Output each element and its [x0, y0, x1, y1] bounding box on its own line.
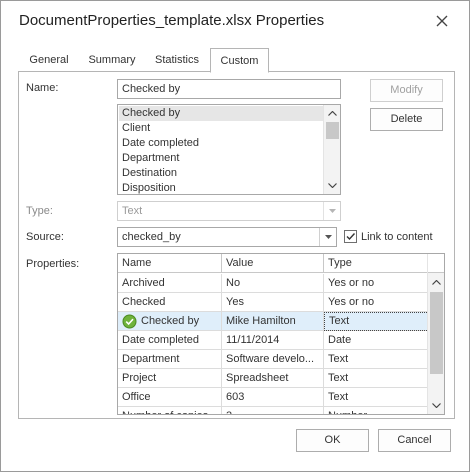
tab-general[interactable]: General — [18, 50, 80, 72]
grid-scroll-thumb[interactable] — [430, 292, 443, 374]
scroll-down-arrow-icon[interactable] — [324, 178, 340, 193]
tab-custom[interactable]: Custom — [210, 48, 269, 73]
cell-value: 603 — [222, 388, 324, 407]
scroll-up-arrow-icon[interactable] — [324, 106, 340, 121]
close-button[interactable] — [431, 10, 453, 32]
table-row-selected[interactable]: Checked by Mike Hamilton Text — [118, 312, 429, 331]
cell-name: Project — [118, 369, 222, 388]
grid-scrollbar[interactable] — [427, 254, 444, 414]
scrollbar-corner — [428, 254, 444, 273]
type-select[interactable]: Text — [117, 201, 341, 221]
cell-type: Number — [324, 407, 429, 414]
cell-name: Checked — [118, 293, 222, 312]
table-row[interactable]: Checked Yes Yes or no — [118, 293, 429, 312]
source-select[interactable]: checked_by — [117, 227, 337, 247]
cell-value: No — [222, 274, 324, 293]
cell-type: Text — [324, 350, 429, 369]
column-header-type[interactable]: Type — [324, 254, 429, 273]
cell-name: Date completed — [118, 331, 222, 350]
list-item[interactable]: Checked by — [119, 106, 323, 121]
cell-value: 11/11/2014 — [222, 331, 324, 350]
linked-content-icon — [122, 314, 137, 329]
modify-button[interactable]: Modify — [370, 79, 443, 102]
cell-name: Number of copies — [118, 407, 222, 414]
chevron-down-icon[interactable] — [319, 228, 336, 246]
tab-summary[interactable]: Summary — [80, 50, 144, 72]
properties-label: Properties: — [26, 258, 80, 270]
cell-name: Checked by — [118, 312, 222, 331]
type-value: Text — [122, 205, 143, 217]
properties-grid[interactable]: Name Value Type Archived No Yes or no Ch… — [117, 253, 445, 415]
checkmark-icon — [346, 233, 356, 241]
cell-name: Office — [118, 388, 222, 407]
cell-type: Yes or no — [324, 274, 429, 293]
list-item[interactable]: Disposition — [119, 181, 323, 194]
cell-name: Department — [118, 350, 222, 369]
table-row[interactable]: Archived No Yes or no — [118, 274, 429, 293]
name-label: Name: — [26, 82, 59, 94]
dialog-footer: OK Cancel — [1, 420, 469, 471]
scroll-up-arrow-icon[interactable] — [428, 275, 444, 290]
link-to-content-label[interactable]: Link to content — [361, 231, 433, 243]
cell-type: Text — [324, 388, 429, 407]
table-row[interactable]: Office 603 Text — [118, 388, 429, 407]
ok-button[interactable]: OK — [296, 429, 369, 452]
cell-value: Software develo... — [222, 350, 324, 369]
cell-value: Spreadsheet — [222, 369, 324, 388]
grid-header: Name Value Type — [118, 254, 444, 273]
scroll-down-arrow-icon[interactable] — [428, 398, 444, 413]
cell-name-text: Checked by — [141, 315, 200, 327]
cell-value: Yes — [222, 293, 324, 312]
close-icon — [436, 15, 448, 27]
source-label: Source: — [26, 231, 64, 243]
table-row[interactable]: Date completed 11/11/2014 Date — [118, 331, 429, 350]
cell-type: Date — [324, 331, 429, 350]
link-to-content-checkbox[interactable] — [344, 230, 357, 243]
title-bar: DocumentProperties_template.xlsx Propert… — [1, 1, 469, 41]
source-value: checked_by — [122, 231, 181, 243]
type-label: Type: — [26, 205, 53, 217]
column-header-name[interactable]: Name — [118, 254, 222, 273]
window-title: DocumentProperties_template.xlsx Propert… — [19, 12, 325, 29]
list-item[interactable]: Department — [119, 151, 323, 166]
name-input[interactable]: Checked by — [117, 79, 341, 99]
list-scrollbar[interactable] — [323, 105, 340, 194]
tab-statistics[interactable]: Statistics — [144, 50, 210, 72]
cancel-button[interactable]: Cancel — [378, 429, 451, 452]
cell-value: 3 — [222, 407, 324, 414]
column-header-value[interactable]: Value — [222, 254, 324, 273]
table-row[interactable]: Department Software develo... Text — [118, 350, 429, 369]
cell-type: Text — [324, 369, 429, 388]
cell-name: Archived — [118, 274, 222, 293]
list-item[interactable]: Destination — [119, 166, 323, 181]
delete-button[interactable]: Delete — [370, 108, 443, 131]
cell-type: Text — [324, 312, 429, 331]
table-row[interactable]: Project Spreadsheet Text — [118, 369, 429, 388]
list-scroll-thumb[interactable] — [326, 122, 339, 139]
list-item[interactable]: Client — [119, 121, 323, 136]
table-row[interactable]: Number of copies 3 Number — [118, 407, 429, 414]
chevron-down-icon — [323, 202, 340, 220]
property-name-list[interactable]: Checked by Client Date completed Departm… — [117, 104, 341, 195]
properties-dialog: DocumentProperties_template.xlsx Propert… — [0, 0, 470, 472]
list-item[interactable]: Date completed — [119, 136, 323, 151]
cell-value: Mike Hamilton — [222, 312, 324, 331]
cell-type: Yes or no — [324, 293, 429, 312]
